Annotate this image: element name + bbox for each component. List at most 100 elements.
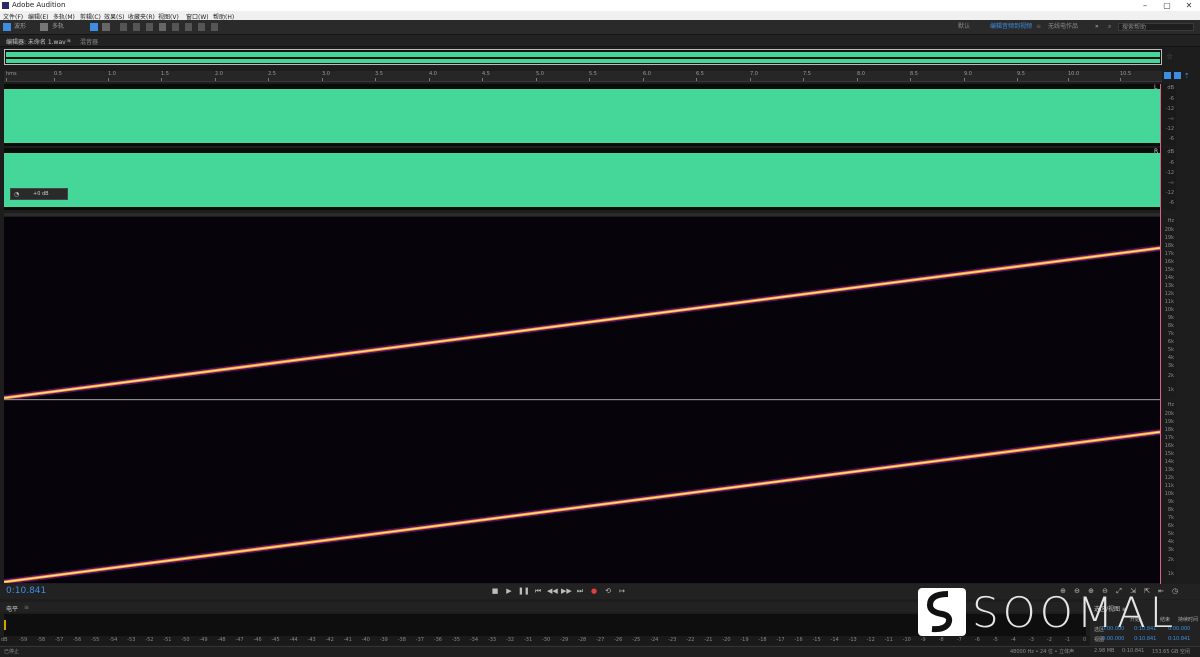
- move-to-start-button[interactable]: ⏮: [533, 587, 543, 596]
- levels-scale-tick: -11: [884, 637, 893, 643]
- ruler-tick: 1.0: [108, 71, 116, 81]
- stop-button[interactable]: ■: [490, 587, 500, 596]
- levels-scale-tick: -45: [271, 637, 280, 643]
- levels-panel-label: 电平: [6, 606, 19, 613]
- playhead[interactable]: [1160, 84, 1161, 584]
- ruler-tick: 9.0: [964, 71, 972, 81]
- workspace-radio-production[interactable]: 无线电作品: [1048, 23, 1078, 31]
- freq-label: 13k: [1164, 283, 1174, 289]
- db-scale-r: dB -6 -12 -∞ -12 -6: [1162, 148, 1176, 210]
- overview-channel-r: [6, 59, 1160, 63]
- freq-label: 18k: [1164, 427, 1174, 433]
- loop-button[interactable]: ⟲: [603, 587, 613, 596]
- waveform-channel-l[interactable]: [4, 89, 1160, 143]
- spectral-pitch-icon[interactable]: [102, 23, 110, 31]
- menu-bar: 文件(F) 编辑(E) 多轨(M) 剪辑(C) 效果(S) 收藏夹(R) 视图(…: [0, 11, 1200, 21]
- lasso-tool-icon[interactable]: [185, 23, 192, 31]
- current-time-display[interactable]: 0:10.841: [6, 586, 46, 596]
- move-to-end-button[interactable]: ⏭: [575, 587, 585, 596]
- levels-scale-tick: -25: [632, 637, 641, 643]
- waveform-view-icon[interactable]: [3, 23, 11, 31]
- db-label: -12: [1165, 170, 1174, 176]
- db-label: -∞: [1168, 116, 1174, 122]
- levels-scale-tick: -38: [397, 637, 406, 643]
- ruler-tick: 10.0: [1068, 71, 1080, 81]
- freq-label: 16k: [1164, 259, 1174, 265]
- levels-scale-tick: -52: [145, 637, 154, 643]
- multitrack-view-label[interactable]: 多轨: [52, 23, 64, 31]
- workspace-menu-icon[interactable]: ≡: [1036, 23, 1041, 31]
- frequency-scale-l: Hz 20k 19k 18k 17k 16k 15k 14k 13k 12k 1…: [1162, 217, 1176, 399]
- spectrogram-channel-r[interactable]: [4, 401, 1160, 583]
- razor-tool-icon[interactable]: [133, 23, 140, 31]
- ruler-tick: 0.5: [54, 71, 62, 81]
- ruler-tick: 3.0: [322, 71, 330, 81]
- freq-label: 3k: [1167, 363, 1174, 369]
- hz-label: Hz: [1167, 402, 1174, 408]
- levels-scale-tick: -54: [109, 637, 118, 643]
- tab-editor[interactable]: 编辑器: 未命名 1.wav *: [6, 37, 71, 46]
- slip-tool-icon[interactable]: [146, 23, 153, 31]
- levels-scale-tick: -53: [127, 637, 136, 643]
- freq-label: 5k: [1167, 531, 1174, 537]
- waveform-view-label[interactable]: 波形: [14, 23, 26, 31]
- rewind-button[interactable]: ◀◀: [547, 587, 558, 596]
- status-free-space: 153.65 GB 空闲: [1152, 649, 1190, 655]
- waveform-overview[interactable]: [4, 49, 1162, 65]
- levels-scale-tick: -43: [307, 637, 316, 643]
- waveform-channel-r[interactable]: [4, 153, 1160, 207]
- pause-button[interactable]: ❚❚: [518, 587, 530, 596]
- close-button[interactable]: ✕: [1178, 0, 1200, 11]
- workspace-default[interactable]: 默认: [958, 23, 970, 31]
- multitrack-view-icon[interactable]: [40, 23, 48, 31]
- tab-mixer[interactable]: 混音器: [80, 37, 98, 46]
- levels-scale-tick: -44: [289, 637, 298, 643]
- zoom-out-icon[interactable]: [1174, 72, 1181, 79]
- search-help-input[interactable]: 搜索帮助: [1118, 23, 1194, 31]
- skip-selection-button[interactable]: ↦: [617, 587, 627, 596]
- levels-scale-tick: -7: [956, 637, 962, 643]
- levels-scale-tick: -37: [415, 637, 424, 643]
- ruler-tick: 4.0: [429, 71, 437, 81]
- tab-menu-icon[interactable]: ≡: [66, 37, 71, 44]
- channel-toggle-icon[interactable]: ⇡: [1184, 72, 1190, 80]
- workspace-edit-audio-to-video[interactable]: 编辑音频到视频: [990, 23, 1032, 31]
- freq-label: 6k: [1167, 339, 1174, 345]
- overview-channel-l: [6, 52, 1160, 57]
- spot-healing-tool-icon[interactable]: [211, 23, 218, 31]
- levels-scale-tick: -30: [542, 637, 551, 643]
- marquee-tool-icon[interactable]: [172, 23, 179, 31]
- levels-menu-icon[interactable]: ≡: [24, 604, 29, 611]
- levels-scale-tick: -1: [1064, 637, 1070, 643]
- time-ruler[interactable]: hms 0.5 1.0 1.5 2.0 2.5 3.0 3.5 4.0 4.5 …: [4, 71, 1162, 82]
- levels-scale-tick: -8: [938, 637, 944, 643]
- brush-tool-icon[interactable]: [198, 23, 205, 31]
- ruler-unit: hms: [6, 71, 17, 81]
- db-label: -6: [1169, 160, 1174, 166]
- fast-forward-button[interactable]: ▶▶: [561, 587, 572, 596]
- freq-label: 3k: [1167, 547, 1174, 553]
- levels-scale-tick: -9: [920, 637, 926, 643]
- frequency-scale-r: Hz 20k 19k 18k 17k 16k 15k 14k 13k 12k 1…: [1162, 401, 1176, 583]
- freq-label: 20k: [1164, 227, 1174, 233]
- panel-divider[interactable]: [4, 213, 1160, 216]
- play-button[interactable]: ▶: [504, 587, 514, 596]
- move-tool-icon[interactable]: [120, 23, 127, 31]
- maximize-button[interactable]: ▢: [1156, 0, 1178, 11]
- zoom-star-icon[interactable]: ☆: [1166, 52, 1173, 61]
- ruler-tick: 4.5: [482, 71, 490, 81]
- minimize-button[interactable]: –: [1134, 0, 1156, 11]
- levels-scale-tick: -2: [1046, 637, 1052, 643]
- time-selection-tool-icon[interactable]: [159, 23, 166, 31]
- volume-knob-icon[interactable]: ◔: [14, 191, 19, 198]
- spectrogram-channel-l[interactable]: [4, 217, 1160, 399]
- record-button[interactable]: ●: [589, 587, 599, 596]
- freq-label: 19k: [1164, 419, 1174, 425]
- zoom-in-icon[interactable]: [1164, 72, 1171, 79]
- ruler-tick: 9.5: [1017, 71, 1025, 81]
- workspaces-overflow-button[interactable]: »: [1095, 23, 1099, 31]
- levels-scale-tick: -3: [1028, 637, 1034, 643]
- freq-label: 15k: [1164, 267, 1174, 273]
- spectral-display-icon[interactable]: [90, 23, 98, 31]
- hud-volume-control[interactable]: ◔ +0 dB: [10, 188, 68, 200]
